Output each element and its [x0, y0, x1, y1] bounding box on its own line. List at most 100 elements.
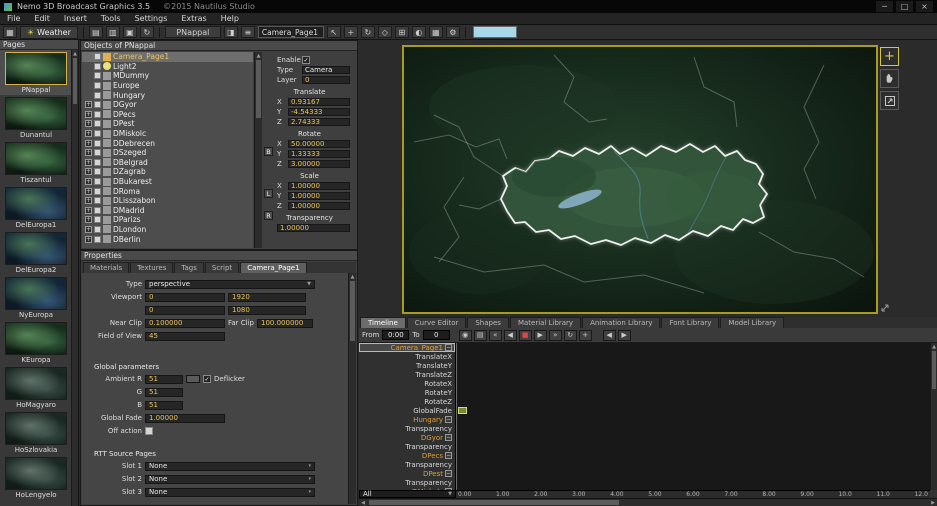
object-tree-row[interactable]: + DPecs: [82, 110, 253, 120]
expand-icon[interactable]: +: [85, 207, 92, 214]
menu-item[interactable]: File: [0, 14, 27, 23]
properties-tab[interactable]: Script: [205, 262, 239, 273]
collapse-icon[interactable]: −: [445, 344, 452, 351]
menu-item[interactable]: Settings: [128, 14, 175, 23]
object-tree-row[interactable]: + DMiskolc: [82, 129, 253, 139]
page-item[interactable]: DelEuropa2: [0, 230, 72, 275]
track-row[interactable]: RotateZ −: [359, 397, 455, 406]
track-row[interactable]: Camera_Page1 −: [359, 343, 455, 352]
track-row[interactable]: TranslateX −: [359, 352, 455, 361]
track-row[interactable]: Transparency −: [359, 478, 455, 487]
global-fade-field[interactable]: 1.00000: [145, 414, 225, 423]
page-item[interactable]: Tiszantul: [0, 140, 72, 185]
scroll-up-icon[interactable]: ▲: [72, 50, 78, 57]
fit-view-button[interactable]: [880, 91, 899, 110]
object-visibility-checkbox[interactable]: [94, 226, 101, 233]
scrollbar-thumb[interactable]: [256, 60, 261, 118]
object-tree-row[interactable]: Europe: [82, 81, 253, 91]
scroll-up-icon[interactable]: ▲: [931, 343, 937, 350]
track-row[interactable]: Transparency −: [359, 460, 455, 469]
timeline-tab[interactable]: Curve Editor: [407, 317, 467, 328]
object-tree-row[interactable]: + DParizs: [82, 215, 253, 225]
viewport-height-field[interactable]: 1080: [228, 306, 306, 315]
expand-icon[interactable]: +: [85, 159, 92, 166]
viewport-y-field[interactable]: 0: [145, 306, 225, 315]
deflicker-checkbox[interactable]: ✓: [203, 375, 211, 383]
menu-item[interactable]: Help: [214, 14, 246, 23]
camera-type-select[interactable]: perspective ▼: [145, 280, 315, 289]
page-thumbnail[interactable]: [5, 277, 67, 310]
object-tree-row[interactable]: + DSzeged: [82, 148, 253, 158]
object-visibility-checkbox[interactable]: [94, 82, 101, 89]
object-visibility-checkbox[interactable]: [94, 111, 101, 118]
properties-scrollbar[interactable]: ▲: [348, 273, 356, 504]
page-item[interactable]: HoMagyaro: [0, 365, 72, 410]
rtt-slot-select[interactable]: None ▾: [145, 475, 315, 484]
object-tree-row[interactable]: + DZagrab: [82, 167, 253, 177]
go-start-button[interactable]: «: [489, 330, 502, 341]
add-object-button[interactable]: +: [880, 47, 899, 66]
select-tool-icon[interactable]: ↖: [327, 26, 341, 38]
properties-tab[interactable]: Tags: [174, 262, 204, 273]
object-visibility-checkbox[interactable]: [94, 236, 101, 243]
timeline-tab[interactable]: Animation Library: [582, 317, 660, 328]
rtt-slot-select[interactable]: None ▾: [145, 462, 315, 471]
menu-item[interactable]: Extras: [174, 14, 213, 23]
transparency-field[interactable]: 1.00000: [277, 224, 350, 232]
3d-viewport[interactable]: [402, 45, 878, 314]
pages-scrollbar[interactable]: ▲: [71, 50, 78, 506]
translate-z-field[interactable]: 2.74333: [288, 118, 350, 126]
viewport-x-field[interactable]: 0: [145, 293, 225, 302]
object-tree-row[interactable]: MDummy: [82, 71, 253, 81]
from-field[interactable]: 0:00: [382, 330, 409, 340]
properties-tab[interactable]: Camera_Page1: [240, 262, 306, 273]
menu-item[interactable]: Edit: [27, 14, 57, 23]
object-visibility-checkbox[interactable]: [94, 159, 101, 166]
object-visibility-checkbox[interactable]: [94, 63, 101, 70]
play-button[interactable]: ▶: [534, 330, 547, 341]
add-key-button[interactable]: +: [579, 330, 592, 341]
object-visibility-checkbox[interactable]: [94, 53, 101, 60]
track-row[interactable]: Transparency −: [359, 442, 455, 451]
properties-tab[interactable]: Materials: [83, 262, 129, 273]
object-visibility-checkbox[interactable]: [94, 130, 101, 137]
pan-hand-button[interactable]: [880, 69, 899, 88]
enable-checkbox[interactable]: ✓: [302, 56, 310, 64]
object-tree-row[interactable]: Light2: [82, 62, 253, 72]
object-visibility-checkbox[interactable]: [94, 197, 101, 204]
page-item[interactable]: NyEuropa: [0, 275, 72, 320]
object-visibility-checkbox[interactable]: [94, 178, 101, 185]
object-visibility-checkbox[interactable]: [94, 188, 101, 195]
active-camera-field[interactable]: Camera_Page1: [258, 26, 324, 38]
page-item[interactable]: HoLengyelo: [0, 455, 72, 500]
object-visibility-checkbox[interactable]: [94, 216, 101, 223]
close-button[interactable]: ×: [916, 1, 933, 12]
scale-z-field[interactable]: 1.00000: [288, 202, 350, 210]
object-visibility-checkbox[interactable]: [94, 149, 101, 156]
object-tree-row[interactable]: + DBerlin: [82, 234, 253, 244]
far-clip-field[interactable]: 100.000000: [257, 319, 313, 328]
page-thumbnail[interactable]: [5, 187, 67, 220]
expand-icon[interactable]: +: [85, 168, 92, 175]
collapse-icon[interactable]: −: [445, 470, 452, 477]
timeline-vertical-scrollbar[interactable]: ▲: [930, 343, 937, 490]
page-thumbnail[interactable]: [5, 97, 67, 130]
shading-icon[interactable]: ◐: [412, 26, 426, 38]
object-visibility-checkbox[interactable]: [94, 120, 101, 127]
viewport-resize-icon[interactable]: [880, 303, 890, 313]
ambient-color-swatch[interactable]: [186, 375, 200, 383]
page-thumbnail[interactable]: [5, 457, 67, 490]
track-row[interactable]: DPest −: [359, 469, 455, 478]
minimize-button[interactable]: ─: [876, 1, 893, 12]
page-thumbnail[interactable]: [5, 52, 67, 85]
bind-r-button[interactable]: R: [264, 211, 273, 220]
to-field[interactable]: 0: [423, 330, 450, 340]
object-visibility-checkbox[interactable]: [94, 207, 101, 214]
current-page-button[interactable]: PNappal: [165, 26, 221, 38]
scroll-up-icon[interactable]: ▲: [349, 273, 356, 280]
split-view-icon[interactable]: ◨: [224, 26, 238, 38]
object-tree-row[interactable]: Camera_Page1: [82, 52, 253, 62]
rotate-x-field[interactable]: 50.00000: [288, 140, 350, 148]
next-key-button[interactable]: ▶: [618, 330, 631, 341]
bind-b-button[interactable]: B: [264, 147, 273, 156]
